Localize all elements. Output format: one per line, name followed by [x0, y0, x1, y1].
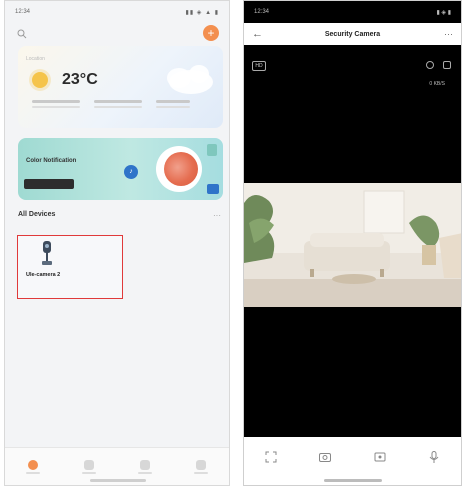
status-icons: ▮▮ ◈ ▲ ▮	[185, 9, 219, 16]
camera-header: ← Security Camera ···	[244, 23, 461, 45]
sun-icon	[32, 72, 48, 88]
scenes-icon	[140, 459, 150, 470]
device-name: Ule-camera 2	[26, 272, 61, 278]
status-icons: ▮ ◈ ▮	[436, 9, 451, 16]
top-bar: +	[17, 25, 219, 43]
weather-location: Location	[26, 56, 45, 62]
decoration-tag	[207, 184, 219, 194]
talk-icon[interactable]	[427, 450, 441, 464]
home-indicator	[324, 479, 382, 482]
status-time: 12:34	[254, 9, 270, 15]
camera-toolbar	[244, 437, 461, 485]
more-button[interactable]: ···	[444, 29, 453, 39]
status-bar: 12:34 ▮ ◈ ▮	[244, 1, 461, 23]
back-button[interactable]: ←	[252, 28, 263, 40]
device-card[interactable]: Ule-camera 2	[17, 235, 123, 299]
profile-icon	[196, 459, 206, 470]
nav-scenes[interactable]	[135, 459, 155, 474]
snapshot-icon[interactable]	[318, 450, 332, 464]
record-icon[interactable]	[373, 450, 387, 464]
weather-stat	[94, 100, 142, 108]
promo-action-button[interactable]	[24, 179, 74, 189]
weather-stat	[156, 100, 190, 108]
nav-devices[interactable]	[79, 459, 99, 474]
devices-icon	[84, 459, 94, 470]
home-icon	[28, 459, 38, 470]
weather-stats	[32, 100, 190, 108]
camera-icon	[42, 241, 52, 265]
camera-screen: 12:34 ▮ ◈ ▮ ← Security Camera ··· HD 0 K…	[243, 0, 462, 486]
weather-card[interactable]: Location 23°C	[18, 46, 223, 128]
section-title: All Devices	[18, 211, 56, 218]
bitrate-label: 0 KB/S	[429, 81, 445, 87]
search-icon[interactable]	[17, 29, 27, 39]
status-time: 12:34	[15, 9, 31, 15]
weather-stat	[32, 100, 80, 108]
promo-illustration	[156, 146, 202, 192]
quality-toggle[interactable]: HD	[252, 61, 266, 71]
nav-me[interactable]	[191, 459, 211, 474]
nav-home[interactable]	[23, 459, 43, 474]
mute-icon[interactable]	[425, 60, 435, 70]
weather-temperature: 23°C	[62, 71, 98, 88]
page-title: Security Camera	[324, 30, 381, 38]
promo-banner[interactable]: Color Notification ♪	[18, 138, 223, 200]
devices-section-header: All Devices ···	[18, 211, 223, 223]
fullscreen-icon[interactable]	[264, 450, 278, 464]
live-video-feed[interactable]	[244, 183, 462, 307]
settings-icon[interactable]	[442, 60, 452, 70]
cloud-icon	[167, 65, 213, 94]
home-screen: 12:34 ▮▮ ◈ ▲ ▮ + Location 23°C Color Not…	[4, 0, 230, 486]
status-bar: 12:34 ▮▮ ◈ ▲ ▮	[5, 1, 229, 23]
decoration-tag	[207, 144, 217, 156]
bell-icon: ♪	[124, 165, 138, 179]
home-indicator	[90, 479, 146, 482]
promo-title: Color Notification	[26, 158, 77, 164]
section-more-button[interactable]: ···	[213, 211, 221, 220]
add-device-button[interactable]: +	[203, 25, 219, 41]
